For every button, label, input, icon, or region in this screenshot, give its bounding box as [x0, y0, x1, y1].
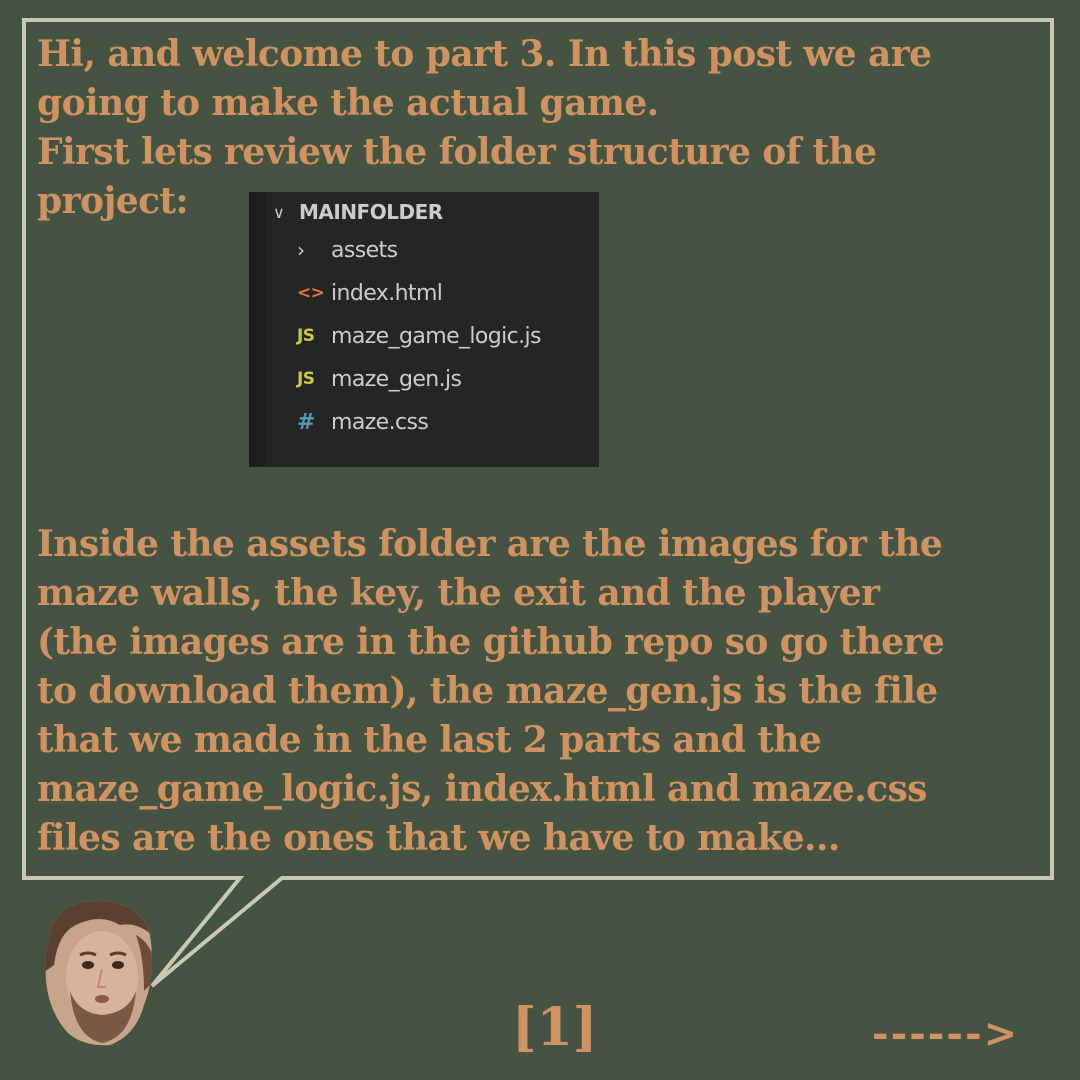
explorer-item[interactable]: JS maze_game_logic.js	[297, 318, 542, 354]
explorer-item-label: maze_gen.js	[331, 366, 462, 392]
next-page-arrow[interactable]: ------>	[872, 1008, 1019, 1060]
explorer-item-label: maze_game_logic.js	[331, 323, 542, 349]
file-explorer-screenshot: ∨ MAINFOLDER › assets <> index.html JS maze_gam…	[249, 192, 599, 467]
explorer-item[interactable]: › assets	[297, 232, 398, 268]
js-file-icon: JS	[297, 326, 315, 346]
explorer-item-label: maze.css	[331, 409, 429, 435]
explorer-item[interactable]: <> index.html	[297, 275, 443, 311]
body-line: Inside the assets folder are the images …	[37, 523, 943, 565]
explorer-item-label: assets	[331, 237, 398, 263]
intro-line: going to make the actual game.	[37, 82, 659, 124]
explorer-root-row[interactable]: ∨ MAINFOLDER	[273, 197, 443, 227]
explorer-item-label: index.html	[331, 280, 443, 306]
body-line: to download them), the maze_gen.js is th…	[37, 670, 938, 712]
slide: Hi, and welcome to part 3. In this post …	[0, 0, 1080, 1080]
chevron-right-icon: ›	[297, 238, 305, 262]
body-text: Inside the assets folder are the images …	[37, 520, 945, 863]
body-line: that we made in the last 2 parts and the	[37, 719, 822, 761]
author-avatar	[45, 901, 152, 1046]
body-line: maze walls, the key, the exit and the pl…	[37, 572, 880, 614]
explorer-root-label: MAINFOLDER	[299, 200, 443, 224]
html-file-icon: <>	[297, 283, 325, 303]
intro-line: Hi, and welcome to part 3. In this post …	[37, 33, 932, 75]
explorer-item[interactable]: # maze.css	[297, 404, 429, 440]
intro-line: First lets review the folder structure o…	[37, 131, 877, 173]
page-number: [1]	[512, 997, 598, 1058]
css-file-icon: #	[297, 409, 315, 435]
body-line: files are the ones that we have to make.…	[37, 817, 840, 859]
body-line: maze_game_logic.js, index.html and maze.…	[37, 768, 927, 810]
chevron-down-icon: ∨	[273, 202, 285, 222]
explorer-gutter	[249, 192, 265, 467]
body-line: (the images are in the github repo so go…	[37, 621, 945, 663]
js-file-icon: JS	[297, 369, 315, 389]
explorer-item[interactable]: JS maze_gen.js	[297, 361, 462, 397]
